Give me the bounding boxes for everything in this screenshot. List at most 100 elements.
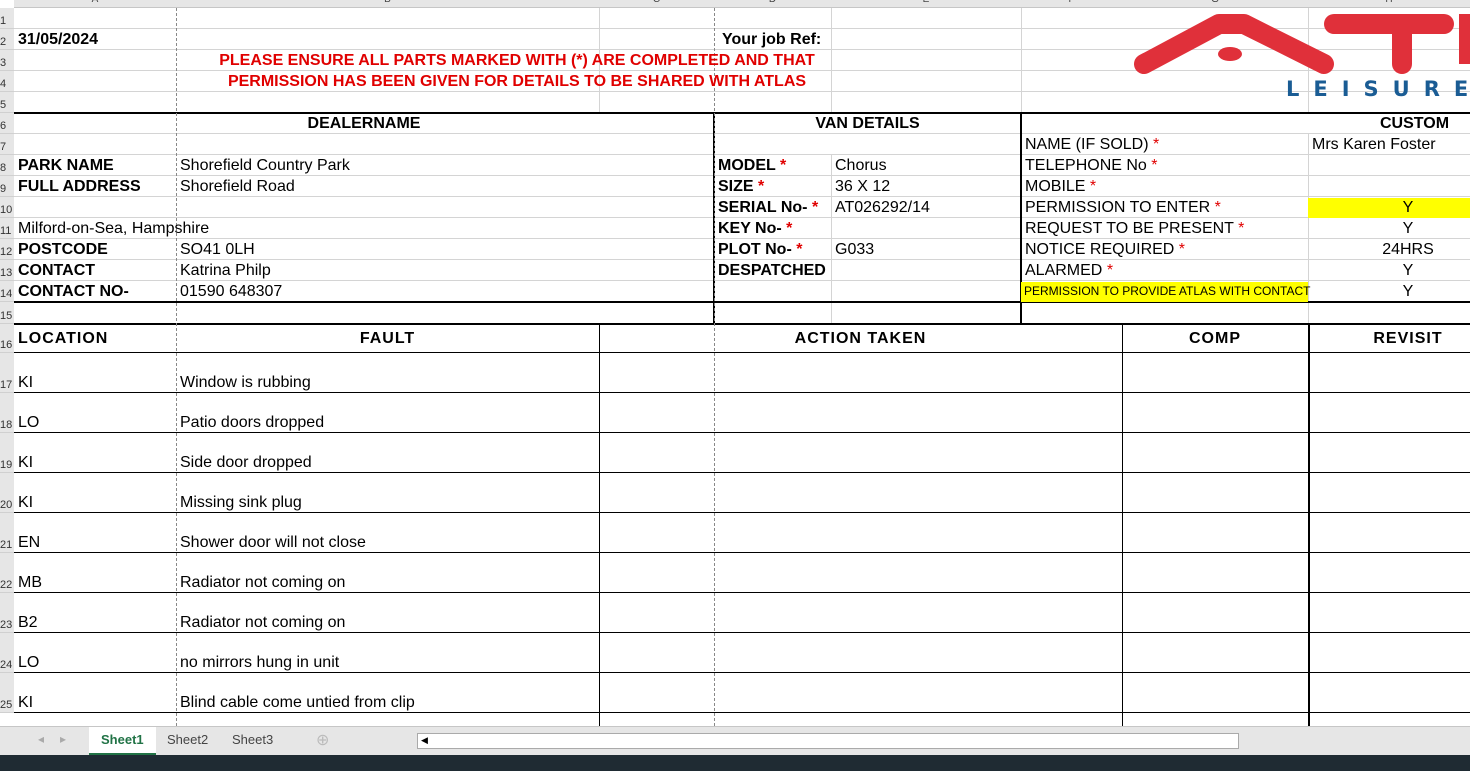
fault-description[interactable]: Blind cable come untied from clip (180, 692, 415, 713)
tab-sheet3[interactable]: Sheet3 (220, 727, 285, 753)
date-cell[interactable]: 31/05/2024 (18, 29, 98, 50)
required-star: * (1106, 262, 1114, 279)
required-star: * (1238, 220, 1245, 237)
column-header[interactable]: H (1308, 0, 1470, 8)
permission-contact-value[interactable]: Y (1308, 281, 1470, 302)
border-line (14, 323, 1470, 325)
fault-location[interactable]: EN (18, 532, 40, 553)
fault-location[interactable]: KI (18, 372, 33, 393)
address-label: FULL ADDRESS (18, 178, 141, 195)
required-star: * (811, 199, 819, 216)
contact-no-label: CONTACT NO- (18, 283, 129, 300)
serial-label: SERIAL No- * (718, 199, 819, 216)
row-header[interactable]: 4 (0, 71, 14, 92)
add-sheet-icon[interactable]: ⊕ (316, 730, 329, 750)
tab-sheet1[interactable]: Sheet1 (89, 727, 156, 755)
border-line (599, 324, 600, 726)
column-header[interactable]: C (599, 0, 714, 8)
permission-enter-value[interactable]: Y (1308, 197, 1470, 218)
column-header[interactable]: A (14, 0, 176, 8)
despatched-label: DESPATCHED (718, 262, 826, 279)
plot-value[interactable]: G033 (835, 239, 874, 260)
row-header[interactable]: 25 (0, 673, 14, 713)
row-header[interactable]: 2 (0, 29, 14, 50)
row-header[interactable]: 8 (0, 155, 14, 176)
notice-required-value[interactable]: 24HRS (1308, 239, 1470, 260)
row-header[interactable]: 6 (0, 113, 14, 134)
row-header[interactable]: 18 (0, 393, 14, 433)
comp-header: COMP (1189, 330, 1241, 347)
required-star: * (1178, 241, 1186, 258)
scroll-tabs-left-icon[interactable]: ◂ (38, 732, 44, 746)
row-header[interactable]: 22 (0, 553, 14, 593)
notice-line-2: PERMISSION HAS BEEN GIVEN FOR DETAILS TO… (227, 73, 807, 90)
fault-location[interactable]: B2 (18, 612, 38, 633)
row-header[interactable]: 17 (0, 353, 14, 393)
fault-location[interactable]: KI (18, 492, 33, 513)
column-header[interactable]: G (1122, 0, 1308, 8)
column-header[interactable]: D (714, 0, 831, 8)
column-header[interactable]: F (1021, 0, 1122, 8)
fault-description[interactable]: Side door dropped (180, 452, 312, 473)
address-line-1[interactable]: Shorefield Road (180, 176, 295, 197)
postcode-label: POSTCODE (18, 241, 108, 258)
fault-location[interactable]: MB (18, 572, 42, 593)
serial-value[interactable]: AT026292/14 (835, 197, 930, 218)
row-header[interactable]: 21 (0, 513, 14, 553)
fault-description[interactable]: Radiator not coming on (180, 612, 345, 633)
row-header[interactable]: 16 (0, 324, 14, 353)
job-ref-label: Your job Ref: (722, 31, 822, 48)
fault-description[interactable]: no mirrors hung in unit (180, 652, 339, 673)
key-label: KEY No- * (718, 220, 793, 237)
request-present-value[interactable]: Y (1308, 218, 1470, 239)
name-value[interactable]: Mrs Karen Foster (1312, 134, 1436, 155)
fault-location[interactable]: KI (18, 692, 33, 713)
row-header[interactable]: 15 (0, 302, 14, 324)
row-header[interactable]: 19 (0, 433, 14, 473)
column-header[interactable]: E (831, 0, 1021, 8)
row-header[interactable]: 1 (0, 8, 14, 29)
fault-description[interactable]: Missing sink plug (180, 492, 302, 513)
dealer-section-title: DEALERNAME (307, 115, 421, 132)
van-section-title: VAN DETAILS (815, 115, 920, 132)
row-header[interactable]: 24 (0, 633, 14, 673)
row-header[interactable]: 11 (0, 218, 14, 239)
fault-location[interactable]: KI (18, 452, 33, 473)
fault-description[interactable]: Patio doors dropped (180, 412, 324, 433)
row-header[interactable]: 13 (0, 260, 14, 281)
sheet-tab-bar: ◂ ▸ Sheet1 Sheet2 Sheet3 ⊕ ◀ (0, 726, 1470, 756)
row-header[interactable]: 23 (0, 593, 14, 633)
fault-description[interactable]: Window is rubbing (180, 372, 311, 393)
border-line (1122, 324, 1123, 726)
border-line (1308, 324, 1310, 726)
row-header[interactable]: 10 (0, 197, 14, 218)
fault-location[interactable]: LO (18, 652, 39, 673)
row-header[interactable]: 14 (0, 281, 14, 302)
column-header[interactable]: B (176, 0, 599, 8)
fault-description[interactable]: Radiator not coming on (180, 572, 345, 593)
row-header[interactable]: 5 (0, 92, 14, 113)
required-star: * (779, 157, 787, 174)
scroll-tabs-right-icon[interactable]: ▸ (60, 732, 66, 746)
row-header[interactable]: 3 (0, 50, 14, 71)
horizontal-scrollbar[interactable]: ◀ (417, 733, 1239, 749)
postcode-value[interactable]: SO41 0LH (180, 239, 255, 260)
address-line-2[interactable]: Milford-on-Sea, Hampshire (18, 218, 209, 239)
notice-line-1: PLEASE ENSURE ALL PARTS MARKED WITH (*) … (219, 52, 815, 69)
row-header[interactable]: 12 (0, 239, 14, 260)
fault-location[interactable]: LO (18, 412, 39, 433)
gridline (831, 155, 832, 324)
contact-value[interactable]: Katrina Philp (180, 260, 271, 281)
fault-description[interactable]: Shower door will not close (180, 532, 366, 553)
row-header[interactable]: 20 (0, 473, 14, 513)
row-header[interactable]: 9 (0, 176, 14, 197)
park-name-value[interactable]: Shorefield Country Park (180, 155, 350, 176)
contact-no-value[interactable]: 01590 648307 (180, 281, 282, 302)
tab-sheet2[interactable]: Sheet2 (155, 727, 220, 753)
row-header[interactable]: 7 (0, 134, 14, 155)
svg-text:LEISURE: LEISURE (1286, 77, 1470, 101)
model-value[interactable]: Chorus (835, 155, 887, 176)
alarmed-value[interactable]: Y (1308, 260, 1470, 281)
size-value[interactable]: 36 X 12 (835, 176, 890, 197)
scroll-left-icon[interactable]: ◀ (421, 735, 428, 746)
